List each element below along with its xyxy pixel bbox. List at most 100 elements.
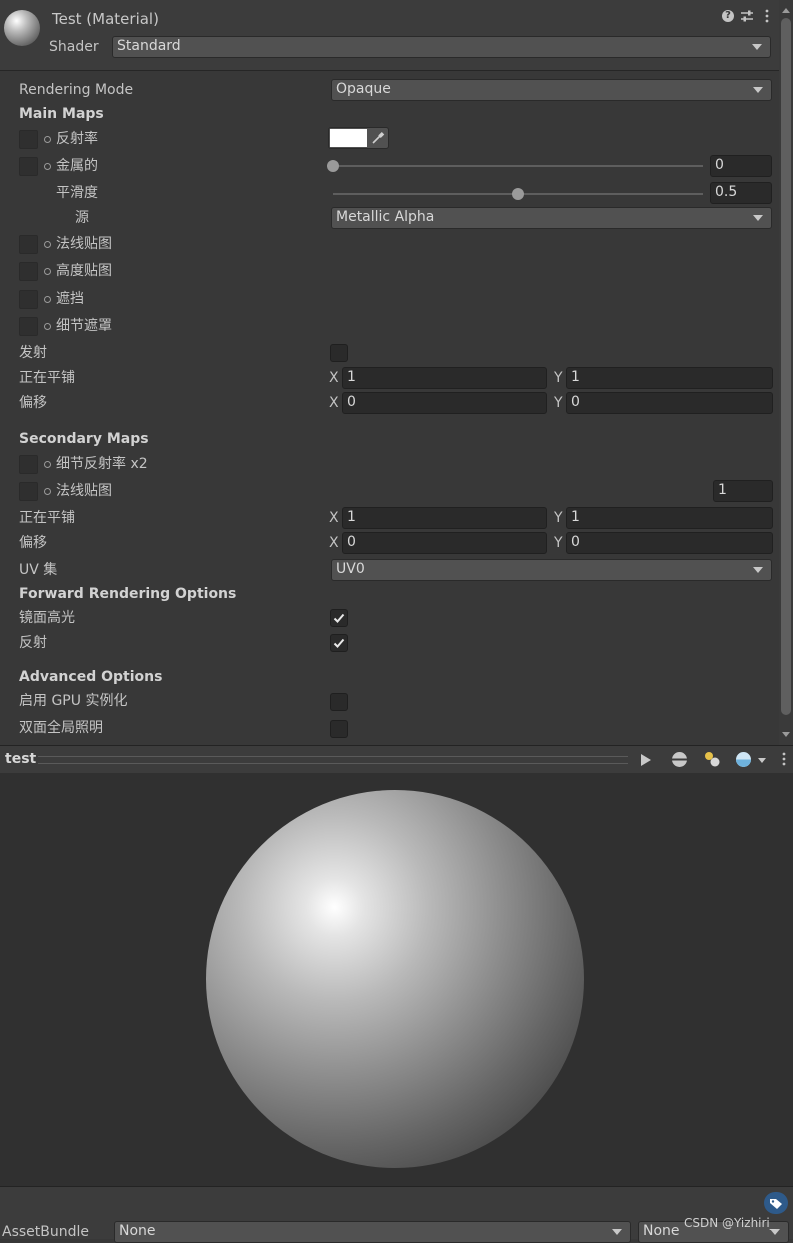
tiling-x-axis-label: X (329, 370, 339, 386)
tiling-x-field[interactable]: 1 (342, 367, 547, 389)
preview-title: test (5, 751, 37, 767)
secondary-tiling-x-axis-label: X (329, 510, 339, 526)
offset-label: 偏移 (19, 395, 47, 411)
smoothness-slider-handle[interactable] (512, 188, 524, 200)
specular-highlights-checkbox[interactable] (330, 609, 348, 627)
inspector-scrollbar[interactable] (779, 0, 793, 745)
offset-y-field[interactable]: 0 (566, 392, 773, 414)
gpu-instancing-checkbox[interactable] (330, 693, 348, 711)
double-sided-gi-checkbox[interactable] (330, 720, 348, 738)
secondary-normal-scale-field[interactable]: 1 (713, 480, 773, 502)
preview-drag-handle[interactable] (38, 756, 628, 764)
more-icon[interactable] (764, 9, 770, 23)
specular-highlights-label: 镜面高光 (19, 610, 75, 626)
detail-albedo-label: 细节反射率 x2 (56, 456, 148, 472)
assetbundle-name-dropdown[interactable]: None (114, 1221, 631, 1243)
preview-viewport[interactable] (0, 773, 793, 1186)
secondary-tiling-label: 正在平铺 (19, 510, 75, 526)
preview-sphere-icon[interactable] (671, 751, 688, 768)
secondary-offset-label: 偏移 (19, 535, 47, 551)
object-picker-icon[interactable] (44, 461, 51, 468)
assetbundle-variant-value: None (643, 1223, 680, 1239)
detail-albedo-slot[interactable] (19, 455, 38, 474)
help-icon[interactable]: ? (722, 10, 734, 22)
chevron-down-icon[interactable] (758, 758, 766, 763)
inspector-header: Test (Material) ? Shader Standard (0, 0, 793, 71)
light-icon[interactable] (703, 750, 721, 768)
asset-label-icon[interactable] (764, 1192, 788, 1214)
source-dropdown[interactable]: Metallic Alpha (331, 207, 772, 229)
main-maps-heading: Main Maps (19, 106, 104, 122)
secondary-offset-x-field[interactable]: 0 (342, 532, 547, 554)
gpu-instancing-label: 启用 GPU 实例化 (19, 693, 128, 709)
tiling-label: 正在平铺 (19, 370, 75, 386)
reflections-checkbox[interactable] (330, 634, 348, 652)
height-map-slot[interactable] (19, 262, 38, 281)
double-sided-gi-label: 双面全局照明 (19, 720, 103, 736)
shader-dropdown[interactable]: Standard (112, 36, 771, 58)
secondary-maps-heading: Secondary Maps (19, 431, 149, 447)
offset-y-axis-label: Y (554, 395, 563, 411)
object-picker-icon[interactable] (44, 323, 51, 330)
uv-set-dropdown[interactable]: UV0 (331, 559, 772, 581)
material-sphere-icon (4, 10, 40, 46)
offset-x-axis-label: X (329, 395, 339, 411)
detail-mask-slot[interactable] (19, 317, 38, 336)
secondary-tiling-y-field[interactable]: 1 (566, 507, 773, 529)
rendering-mode-dropdown[interactable]: Opaque (331, 79, 772, 101)
albedo-color-swatch (330, 129, 367, 147)
object-picker-icon[interactable] (44, 268, 51, 275)
chevron-down-icon (753, 215, 763, 221)
scrollbar-down-arrow[interactable] (782, 732, 790, 737)
object-picker-icon[interactable] (44, 488, 51, 495)
occlusion-slot[interactable] (19, 290, 38, 309)
object-picker-icon[interactable] (44, 241, 51, 248)
assetbundle-bar: AssetBundle None None CSDN @Yizhiri_ (0, 1186, 793, 1243)
metallic-slider-track[interactable] (333, 165, 703, 167)
preview-toolbar: test (0, 745, 793, 774)
shader-value: Standard (117, 38, 181, 54)
tiling-y-axis-label: Y (554, 370, 563, 386)
smoothness-label: 平滑度 (56, 185, 98, 201)
play-icon[interactable] (640, 753, 652, 767)
more-icon[interactable] (781, 752, 787, 766)
chevron-down-icon (753, 87, 763, 93)
object-picker-icon[interactable] (44, 296, 51, 303)
normal-map-slot[interactable] (19, 235, 38, 254)
secondary-normal-map-slot[interactable] (19, 482, 38, 501)
rendering-mode-value: Opaque (336, 81, 391, 97)
secondary-offset-y-field[interactable]: 0 (566, 532, 773, 554)
source-value: Metallic Alpha (336, 209, 435, 225)
metallic-label: 金属的 (56, 158, 98, 174)
albedo-texture-slot[interactable] (19, 130, 38, 149)
preview-sphere (206, 790, 584, 1168)
metallic-value-field[interactable]: 0 (710, 155, 772, 177)
forward-options-heading: Forward Rendering Options (19, 586, 237, 602)
albedo-color-field[interactable] (328, 127, 389, 149)
assetbundle-name-value: None (119, 1223, 156, 1239)
metallic-texture-slot[interactable] (19, 157, 38, 176)
smoothness-value-field[interactable]: 0.5 (710, 182, 772, 204)
occlusion-label: 遮挡 (56, 291, 84, 307)
chevron-down-icon (753, 567, 763, 573)
assetbundle-label: AssetBundle (2, 1224, 90, 1240)
checkmark-icon (333, 613, 345, 623)
metallic-slider-handle[interactable] (327, 160, 339, 172)
scrollbar-up-arrow[interactable] (782, 8, 790, 13)
scrollbar-thumb[interactable] (781, 18, 791, 715)
skybox-icon[interactable] (735, 751, 752, 768)
emission-checkbox[interactable] (330, 344, 348, 362)
preset-icon[interactable] (740, 9, 754, 23)
secondary-tiling-x-field[interactable]: 1 (342, 507, 547, 529)
object-picker-icon[interactable] (44, 163, 51, 170)
eyedropper-icon[interactable] (371, 131, 385, 145)
secondary-normal-map-label: 法线贴图 (56, 483, 112, 499)
reflections-label: 反射 (19, 635, 47, 651)
source-label: 源 (75, 210, 89, 226)
object-picker-icon[interactable] (44, 136, 51, 143)
tiling-y-field[interactable]: 1 (566, 367, 773, 389)
rendering-mode-label: Rendering Mode (19, 82, 134, 98)
secondary-offset-y-axis-label: Y (554, 535, 563, 551)
offset-x-field[interactable]: 0 (342, 392, 547, 414)
watermark-text: CSDN @Yizhiri_ (684, 1216, 776, 1230)
